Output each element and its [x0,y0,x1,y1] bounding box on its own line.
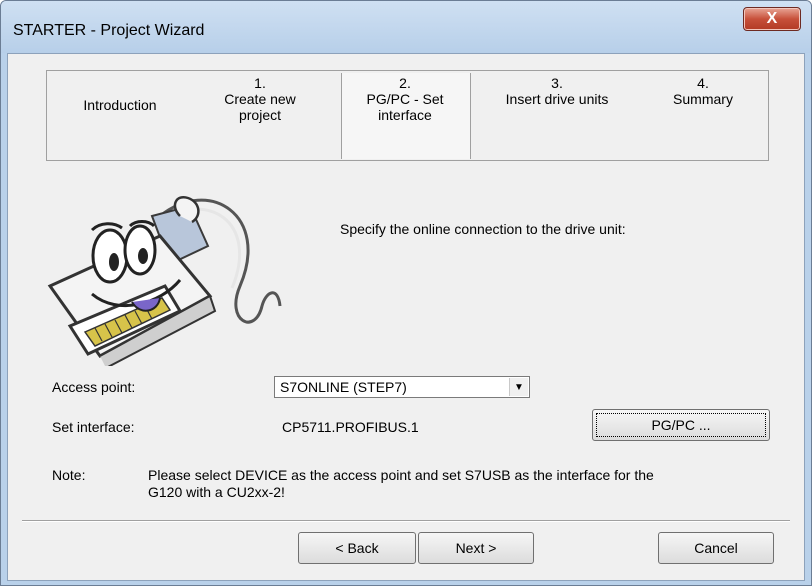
back-button[interactable]: < Back [298,532,416,564]
instruction-text: Specify the online connection to the dri… [340,221,626,237]
step-number: 1. [254,75,266,91]
title-bar: STARTER - Project Wizard X [1,1,811,53]
step-label: Create new project [224,91,296,123]
wizard-window: STARTER - Project Wizard X Introduction … [0,0,812,586]
step-create-project: 1. Create new project [195,75,325,164]
step-label: PG/PC - Set interface [366,91,444,123]
next-button[interactable]: Next > [418,532,534,564]
window-title: STARTER - Project Wizard [13,22,205,39]
set-interface-value: CP5711.PROFIBUS.1 [282,419,419,435]
step-number: 4. [697,75,709,91]
step-number: 2. [399,75,411,91]
note-label: Note: [52,467,86,483]
access-point-label: Access point: [52,379,136,395]
note-text: Please select DEVICE as the access point… [148,467,654,500]
cancel-button[interactable]: Cancel [658,532,774,564]
step-label: Summary [673,91,733,107]
wizard-steps: Introduction 1. Create new project 2. PG… [46,70,769,161]
pgpc-button[interactable]: PG/PC ... [592,409,770,441]
access-point-value: S7ONLINE (STEP7) [280,379,407,395]
step-introduction: Introduction [55,97,185,186]
close-icon: X [766,10,778,27]
step-summary: 4. Summary [643,75,763,164]
separator [22,520,790,522]
step-number: 3. [551,75,563,91]
cancel-button-label: Cancel [694,540,738,556]
access-point-select[interactable]: S7ONLINE (STEP7) ▼ [274,376,530,398]
wizard-body: Introduction 1. Create new project 2. PG… [7,53,805,581]
back-button-label: < Back [335,540,379,556]
step-insert-drive-units: 3. Insert drive units [477,75,637,164]
focus-rectangle [596,413,766,437]
set-interface-label: Set interface: [52,419,135,435]
step-label: Introduction [83,97,157,113]
step-label: Insert drive units [505,91,609,107]
step-set-interface: 2. PG/PC - Set interface [341,75,469,164]
chevron-down-icon[interactable]: ▼ [509,378,528,396]
close-button[interactable]: X [743,7,801,31]
cable-connector-mascot-icon [47,195,282,366]
next-button-label: Next > [455,540,497,556]
